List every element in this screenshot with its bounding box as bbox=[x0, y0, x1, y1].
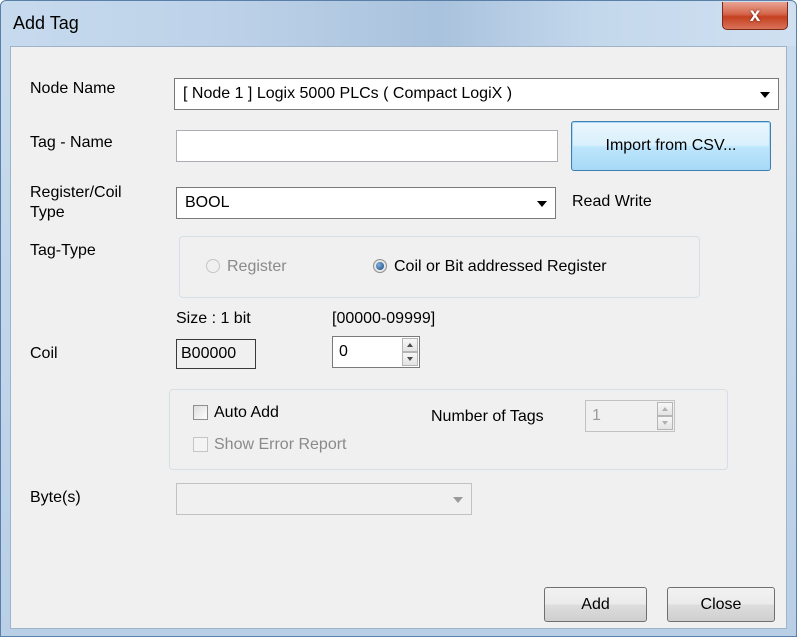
auto-add-group: Auto Add Show Error Report Number of Tag… bbox=[169, 389, 728, 470]
close-button-label: Close bbox=[700, 595, 742, 613]
tag-type-label: Tag-Type bbox=[30, 242, 96, 259]
import-from-csv-button[interactable]: Import from CSV... bbox=[571, 121, 771, 171]
close-window-button[interactable]: x bbox=[722, 2, 788, 30]
tag-name-input[interactable] bbox=[176, 130, 558, 162]
coil-radio-label: Coil or Bit addressed Register bbox=[394, 258, 607, 275]
spin-down-icon[interactable] bbox=[402, 352, 418, 366]
register-radio[interactable] bbox=[206, 259, 220, 273]
coil-value-stepper[interactable]: 0 bbox=[332, 336, 420, 368]
add-tag-dialog: Add Tag x Node Name [ Node 1 ] Logix 500… bbox=[0, 0, 797, 637]
window-title: Add Tag bbox=[13, 13, 79, 33]
spin-up-icon[interactable] bbox=[402, 338, 418, 352]
show-error-report-label: Show Error Report bbox=[214, 436, 347, 453]
coil-address-value: B00000 bbox=[181, 345, 237, 362]
import-from-csv-label: Import from CSV... bbox=[605, 137, 737, 154]
auto-add-label: Auto Add bbox=[214, 404, 279, 421]
coil-spin-buttons bbox=[402, 338, 418, 366]
bytes-dropdown[interactable] bbox=[176, 483, 472, 515]
register-type-dropdown[interactable]: BOOL bbox=[176, 187, 556, 219]
coil-address-box: B00000 bbox=[176, 339, 256, 369]
node-name-value: [ Node 1 ] Logix 5000 PLCs ( Compact Log… bbox=[183, 85, 513, 102]
number-of-tags-spin-buttons bbox=[657, 402, 673, 430]
bytes-label: Byte(s) bbox=[30, 489, 81, 506]
spin-down-icon[interactable] bbox=[657, 416, 673, 430]
access-mode-text: Read Write bbox=[572, 193, 652, 210]
number-of-tags-stepper[interactable]: 1 bbox=[585, 400, 675, 432]
coil-label: Coil bbox=[30, 345, 58, 362]
register-type-value: BOOL bbox=[185, 194, 230, 211]
add-button-label: Add bbox=[581, 595, 610, 613]
coil-radio[interactable] bbox=[373, 259, 387, 273]
coil-value: 0 bbox=[339, 343, 348, 360]
title-bar[interactable]: Add Tag x bbox=[1, 1, 796, 46]
chevron-down-icon bbox=[760, 92, 770, 98]
close-icon: x bbox=[749, 4, 761, 26]
node-name-label: Node Name bbox=[30, 80, 116, 97]
spin-up-icon[interactable] bbox=[657, 402, 673, 416]
register-type-label-line2: Type bbox=[30, 204, 65, 221]
close-button[interactable]: Close bbox=[667, 587, 775, 622]
number-of-tags-value: 1 bbox=[592, 407, 601, 424]
tag-name-label: Tag - Name bbox=[30, 134, 113, 151]
register-type-label-line1: Register/Coil bbox=[30, 184, 122, 201]
chevron-down-icon bbox=[537, 201, 547, 207]
coil-size-text: Size : 1 bit bbox=[176, 310, 251, 327]
show-error-report-checkbox[interactable] bbox=[193, 437, 208, 452]
coil-range-text: [00000-09999] bbox=[332, 310, 436, 327]
number-of-tags-label: Number of Tags bbox=[431, 408, 544, 425]
chevron-down-icon bbox=[453, 497, 463, 503]
tag-type-group: Register Coil or Bit addressed Register bbox=[179, 236, 700, 298]
add-button[interactable]: Add bbox=[544, 587, 647, 622]
auto-add-checkbox[interactable] bbox=[193, 405, 208, 420]
node-name-dropdown[interactable]: [ Node 1 ] Logix 5000 PLCs ( Compact Log… bbox=[174, 78, 779, 110]
dialog-body: Node Name [ Node 1 ] Logix 5000 PLCs ( C… bbox=[10, 46, 787, 629]
register-radio-label: Register bbox=[227, 258, 287, 275]
